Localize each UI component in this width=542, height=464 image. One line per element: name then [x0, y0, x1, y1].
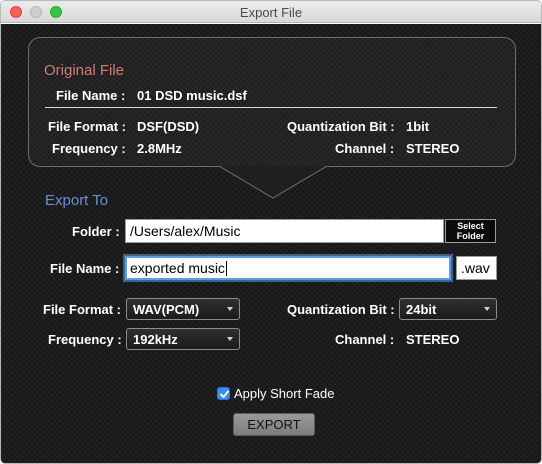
divider: [45, 107, 497, 108]
select-folder-button[interactable]: Select Folder: [445, 219, 496, 243]
export-channel-label: Channel :: [335, 332, 395, 347]
export-freq-label: Frequency :: [48, 332, 122, 347]
export-channel-value: STEREO: [406, 332, 460, 347]
export-file-name-text: exported music: [130, 260, 225, 276]
checkmark-icon: [220, 390, 229, 398]
apply-short-fade-label[interactable]: Apply Short Fade: [234, 386, 334, 401]
dialog-content: Original File File Name : 01 DSD music.d…: [1, 24, 541, 463]
select-folder-label-line1: Select: [457, 221, 484, 231]
original-channel-value: STEREO: [406, 141, 460, 156]
folder-label: Folder :: [72, 224, 120, 239]
chevron-down-icon: [484, 307, 490, 311]
original-format-value: DSF(DSD): [137, 119, 200, 134]
export-freq-value: 192kHz: [133, 332, 178, 347]
chevron-down-icon: [227, 337, 233, 341]
export-file-window: Export File Original File File Name : 01…: [0, 0, 542, 464]
original-file-name-value: 01 DSD music.dsf: [137, 88, 247, 103]
window-title: Export File: [239, 5, 303, 20]
file-extension-field: .wav: [456, 256, 497, 280]
export-file-name-field[interactable]: exported music: [125, 256, 451, 280]
original-freq-label: Frequency :: [52, 141, 126, 156]
export-format-label: File Format :: [43, 302, 122, 317]
chevron-down-icon: [227, 307, 233, 311]
original-format-label: File Format :: [48, 119, 127, 134]
export-freq-select[interactable]: 192kHz: [126, 328, 240, 350]
original-freq-value: 2.8MHz: [137, 141, 182, 156]
folder-path-text: /Users/alex/Music: [130, 223, 241, 239]
file-extension-text: .wav: [461, 260, 490, 276]
export-quant-select[interactable]: 24bit: [399, 298, 497, 320]
export-to-heading: Export To: [45, 192, 109, 209]
export-format-select[interactable]: WAV(PCM): [126, 298, 240, 320]
export-format-value: WAV(PCM): [133, 302, 200, 317]
original-file-name-label: File Name :: [56, 88, 126, 103]
title-bar: Export File: [1, 1, 541, 23]
apply-short-fade-checkbox[interactable]: [217, 387, 230, 400]
export-file-name-label: File Name :: [50, 261, 120, 276]
original-quant-label: Quantization Bit :: [287, 119, 395, 134]
select-folder-label-line2: Folder: [456, 231, 485, 241]
export-quant-value: 24bit: [406, 302, 437, 317]
original-file-heading: Original File: [44, 62, 125, 79]
text-caret: [225, 261, 227, 276]
export-button[interactable]: EXPORT: [233, 413, 315, 436]
original-quant-value: 1bit: [406, 119, 430, 134]
original-channel-label: Channel :: [335, 141, 395, 156]
folder-path-field[interactable]: /Users/alex/Music: [125, 219, 444, 243]
export-quant-label: Quantization Bit :: [287, 302, 395, 317]
